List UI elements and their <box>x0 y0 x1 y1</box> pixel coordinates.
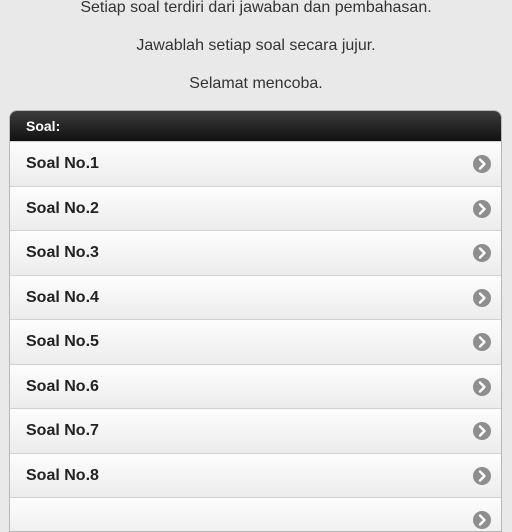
list-item-soal-7[interactable]: Soal No.7 <box>10 408 501 453</box>
list-item-label: Soal No.5 <box>26 333 99 350</box>
list-item-label: Soal No.4 <box>26 288 99 306</box>
list-item-label: Soal No.1 <box>26 155 99 172</box>
list-item-soal-1[interactable]: Soal No.1 <box>10 141 501 186</box>
list-item-label: Soal No.3 <box>26 244 99 261</box>
chevron-right-icon <box>473 377 491 396</box>
list-item-soal-3[interactable]: Soal No.3 <box>10 230 501 275</box>
chevron-right-icon <box>473 155 491 173</box>
list-item-soal-5[interactable]: Soal No.5 <box>10 319 501 364</box>
chevron-right-icon <box>473 333 491 351</box>
intro-line-1: Setiap soal terdiri dari jawaban dan pem… <box>80 0 432 16</box>
list-header: Soal: <box>10 111 501 141</box>
question-list: Soal: Soal No.1 Soal No.2 Soal No.3 Soal… <box>9 110 502 532</box>
list-item-label: Soal No.2 <box>26 199 99 217</box>
chevron-right-icon <box>473 422 491 440</box>
intro-line-3: Selamat mencoba. <box>189 75 323 92</box>
intro-line-2: Jawablah setiap soal secara jujur. <box>136 37 376 54</box>
chevron-right-icon <box>473 244 491 262</box>
list-item-soal-2[interactable]: Soal No.2 <box>10 185 501 230</box>
list-item-soal-9[interactable] <box>10 497 501 531</box>
list-item-label: Soal No.7 <box>26 422 99 439</box>
list-item-label: Soal No.8 <box>26 466 99 484</box>
chevron-right-icon <box>473 199 491 218</box>
chevron-right-icon <box>473 288 491 307</box>
chevron-right-icon <box>473 511 491 529</box>
list-item-soal-6[interactable]: Soal No.6 <box>10 363 501 408</box>
list-item-soal-4[interactable]: Soal No.4 <box>10 274 501 319</box>
list-item-label: Soal No.6 <box>26 377 99 395</box>
list-item-soal-8[interactable]: Soal No.8 <box>10 452 501 497</box>
chevron-right-icon <box>473 466 491 485</box>
